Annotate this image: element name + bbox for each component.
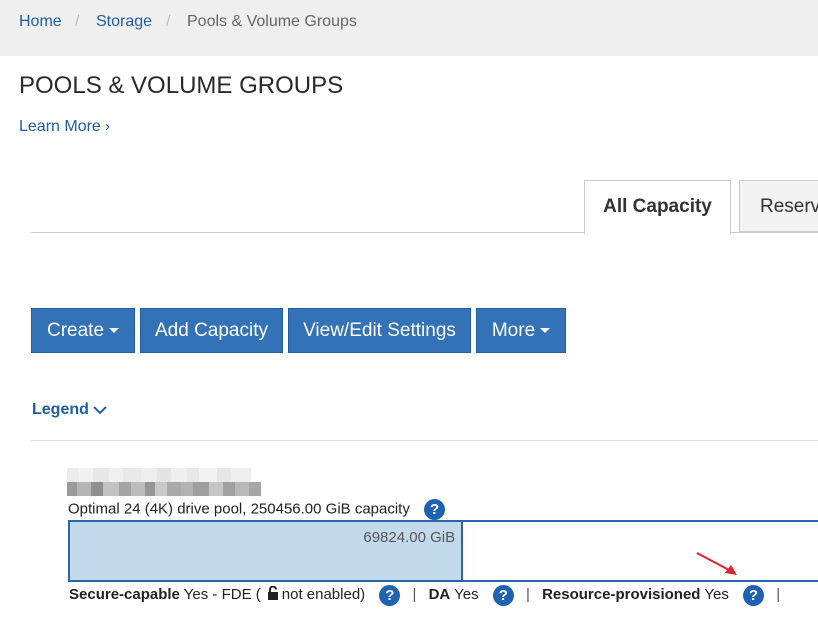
breadcrumb-separator: / [166,13,171,30]
pool-properties: Secure-capable Yes - FDE ( not enabled) ?… [69,584,788,606]
chevron-right-icon: › [104,118,110,135]
help-icon[interactable]: ? [379,584,401,606]
breadcrumb-current: Pools & Volume Groups [187,13,357,30]
pool-description: Optimal 24 (4K) drive pool, 250456.00 Gi… [68,499,446,520]
learn-more-label: Learn More [19,118,101,135]
annotation-arrow-icon [696,552,737,575]
property-divider: | [526,586,530,603]
learn-more-link[interactable]: Learn More › [19,117,110,137]
help-icon[interactable]: ? [743,584,765,606]
breadcrumb-storage-link[interactable]: Storage [96,12,152,32]
used-capacity-segment[interactable]: 69824.00 GiB [70,522,464,580]
unlock-icon [267,586,278,600]
help-icon[interactable]: ? [424,499,446,520]
secure-capable-status: not enabled) [281,586,366,603]
resource-provisioned-label: Resource-provisioned [542,586,701,603]
page-title: POOLS & VOLUME GROUPS [19,72,344,99]
create-button-label: Create [46,320,105,341]
view-edit-settings-button[interactable]: View/Edit Settings [288,308,471,353]
used-capacity-label: 69824.00 GiB [363,529,456,546]
tab-reserved-capacity[interactable]: Reserv [739,180,818,232]
legend-label: Legend [32,401,89,418]
help-icon[interactable]: ? [492,584,514,606]
more-button[interactable]: More [476,308,566,353]
breadcrumb-separator: / [75,13,80,30]
redacted-pool-name [67,482,267,496]
resource-provisioned-value: Yes [704,586,729,603]
da-label: DA [428,586,451,603]
secure-capable-value: Yes - FDE ( [183,586,261,603]
breadcrumb: Home / Storage / Pools & Volume Groups [0,0,818,56]
add-capacity-button[interactable]: Add Capacity [140,308,283,353]
property-divider: | [776,586,781,603]
section-divider [31,440,818,441]
tab-all-capacity[interactable]: All Capacity [584,180,731,234]
secure-capable-label: Secure-capable [69,586,180,603]
caret-down-icon [109,328,120,334]
create-button[interactable]: Create [31,308,135,353]
redacted-pool-name [67,468,267,482]
legend-toggle[interactable]: Legend [32,400,107,420]
pool-description-text: Optimal 24 (4K) drive pool, 250456.00 Gi… [68,500,410,518]
da-value: Yes [454,586,479,603]
caret-down-icon [540,328,551,334]
more-button-label: More [491,320,536,341]
breadcrumb-home-link[interactable]: Home [19,12,62,32]
property-divider: | [412,586,417,603]
chevron-down-icon [93,406,107,415]
